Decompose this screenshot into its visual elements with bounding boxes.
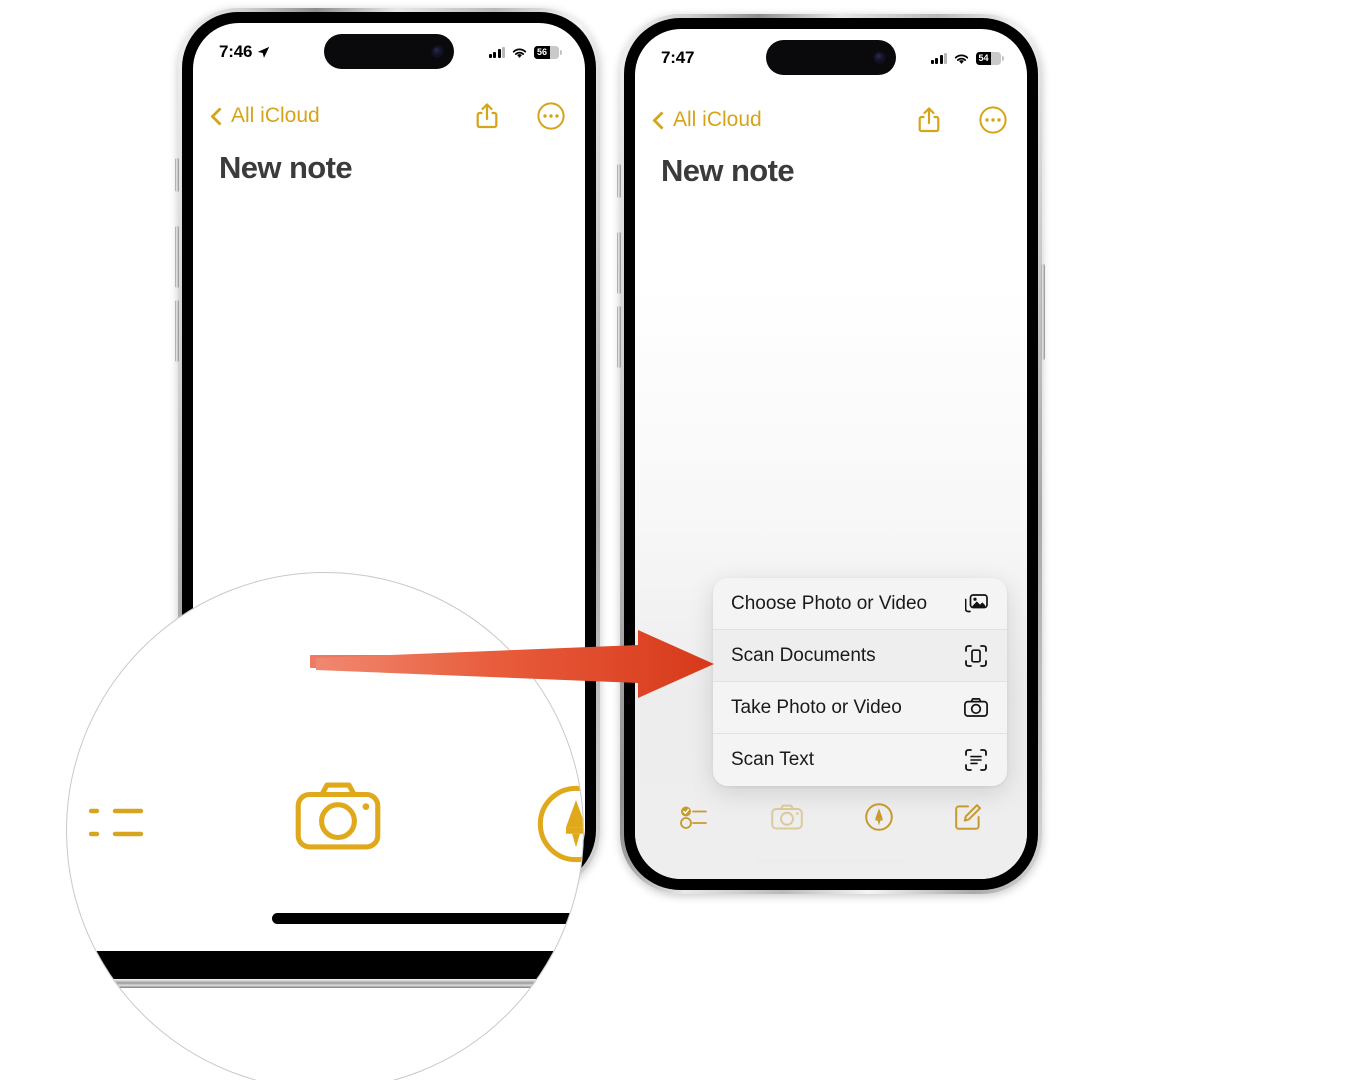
compose-icon[interactable]: [954, 803, 982, 831]
battery-icon: 56: [534, 45, 562, 59]
silent-switch[interactable]: [175, 158, 179, 192]
battery-percent: 56: [536, 46, 547, 57]
share-icon[interactable]: [475, 102, 499, 130]
status-time-group-right: 7:47: [661, 48, 694, 68]
markup-pen-icon[interactable]: [864, 803, 893, 831]
back-button-label: All iCloud: [673, 108, 762, 131]
attachment-action-menu: Choose Photo or Video Scan Documents Tak…: [713, 578, 1007, 786]
markup-pen-icon[interactable]: [537, 785, 583, 868]
status-time: 7:46: [219, 42, 253, 61]
status-indicators-left: 56: [488, 45, 562, 59]
camera-icon: [963, 695, 989, 721]
volume-up-button-right[interactable]: [617, 232, 621, 294]
menu-item-label: Choose Photo or Video: [731, 592, 928, 614]
scan-text-icon: [963, 747, 989, 773]
menu-item-scan-documents[interactable]: Scan Documents: [713, 630, 1007, 682]
scan-document-icon: [963, 643, 989, 669]
power-button-right[interactable]: [1041, 264, 1045, 360]
notes-toolbar-right: [635, 793, 1027, 841]
volume-up-button[interactable]: [175, 226, 179, 288]
nav-actions-right: [917, 106, 1007, 134]
camera-icon[interactable]: [295, 781, 381, 856]
volume-down-button-right[interactable]: [617, 306, 621, 368]
battery-fill: 54: [976, 51, 991, 65]
iphone-right-bezel: 7:47 54 All iCloud Choose Photo or Video…: [624, 18, 1038, 890]
wifi-icon: [954, 54, 969, 64]
menu-item-label: Scan Text: [731, 749, 815, 770]
magnified-arrow-shaft: [310, 655, 583, 668]
share-icon[interactable]: [917, 106, 941, 134]
menu-item-choose-photo-or-video[interactable]: Choose Photo or Video: [713, 578, 1007, 630]
photo-library-icon: [963, 591, 989, 617]
battery-percent: 54: [978, 52, 989, 63]
status-time: 7:47: [661, 48, 695, 67]
volume-down-button[interactable]: [175, 300, 179, 362]
screenshot-canvas: 7:46 56 All iCloud New note 7:47 54 All …: [0, 0, 1358, 1080]
back-button-label: All iCloud: [231, 104, 320, 127]
chevron-left-icon: [652, 110, 671, 130]
front-camera-icon: [433, 47, 442, 56]
checklist-icon[interactable]: [88, 796, 149, 853]
menu-item-label: Take Photo or Video: [731, 696, 902, 718]
menu-item-scan-text[interactable]: Scan Text: [713, 734, 1007, 786]
nav-actions-left: [475, 102, 565, 130]
battery-icon: 54: [976, 51, 1004, 65]
status-indicators-right: 54: [930, 51, 1004, 65]
magnified-toolbar-callout: [66, 572, 584, 1080]
iphone-right-screen: 7:47 54 All iCloud Choose Photo or Video…: [635, 29, 1027, 879]
magnified-phone-edge: [67, 979, 583, 988]
dynamic-island-right: [766, 40, 896, 75]
location-arrow-icon: [258, 46, 270, 58]
camera-icon[interactable]: [771, 804, 804, 830]
checklist-icon[interactable]: [679, 804, 710, 830]
wifi-icon: [512, 48, 527, 58]
iphone-right: 7:47 54 All iCloud Choose Photo or Video…: [617, 14, 1045, 894]
dynamic-island: [324, 34, 454, 69]
magnifier-content: [67, 573, 583, 1080]
silent-switch-right[interactable]: [617, 164, 621, 198]
front-camera-icon: [875, 53, 884, 62]
nav-bar-right: All iCloud: [635, 99, 1027, 141]
back-button-all-icloud[interactable]: All iCloud: [652, 108, 762, 132]
note-title-left: New note: [219, 150, 353, 185]
battery-fill: 56: [534, 45, 550, 59]
menu-item-label: Scan Documents: [731, 644, 876, 666]
back-button-all-icloud[interactable]: All iCloud: [210, 104, 320, 128]
magnified-home-indicator: [272, 913, 583, 924]
menu-item-take-photo-or-video[interactable]: Take Photo or Video: [713, 682, 1007, 734]
status-time-group: 7:46: [219, 42, 270, 62]
nav-bar-left: All iCloud: [193, 95, 585, 137]
more-circle-icon[interactable]: [537, 102, 565, 130]
magnified-phone-bezel: [67, 951, 583, 979]
more-circle-icon[interactable]: [979, 106, 1007, 134]
chevron-left-icon: [210, 106, 229, 126]
cellular-bars-icon: [488, 46, 505, 58]
cellular-bars-icon: [930, 52, 947, 64]
